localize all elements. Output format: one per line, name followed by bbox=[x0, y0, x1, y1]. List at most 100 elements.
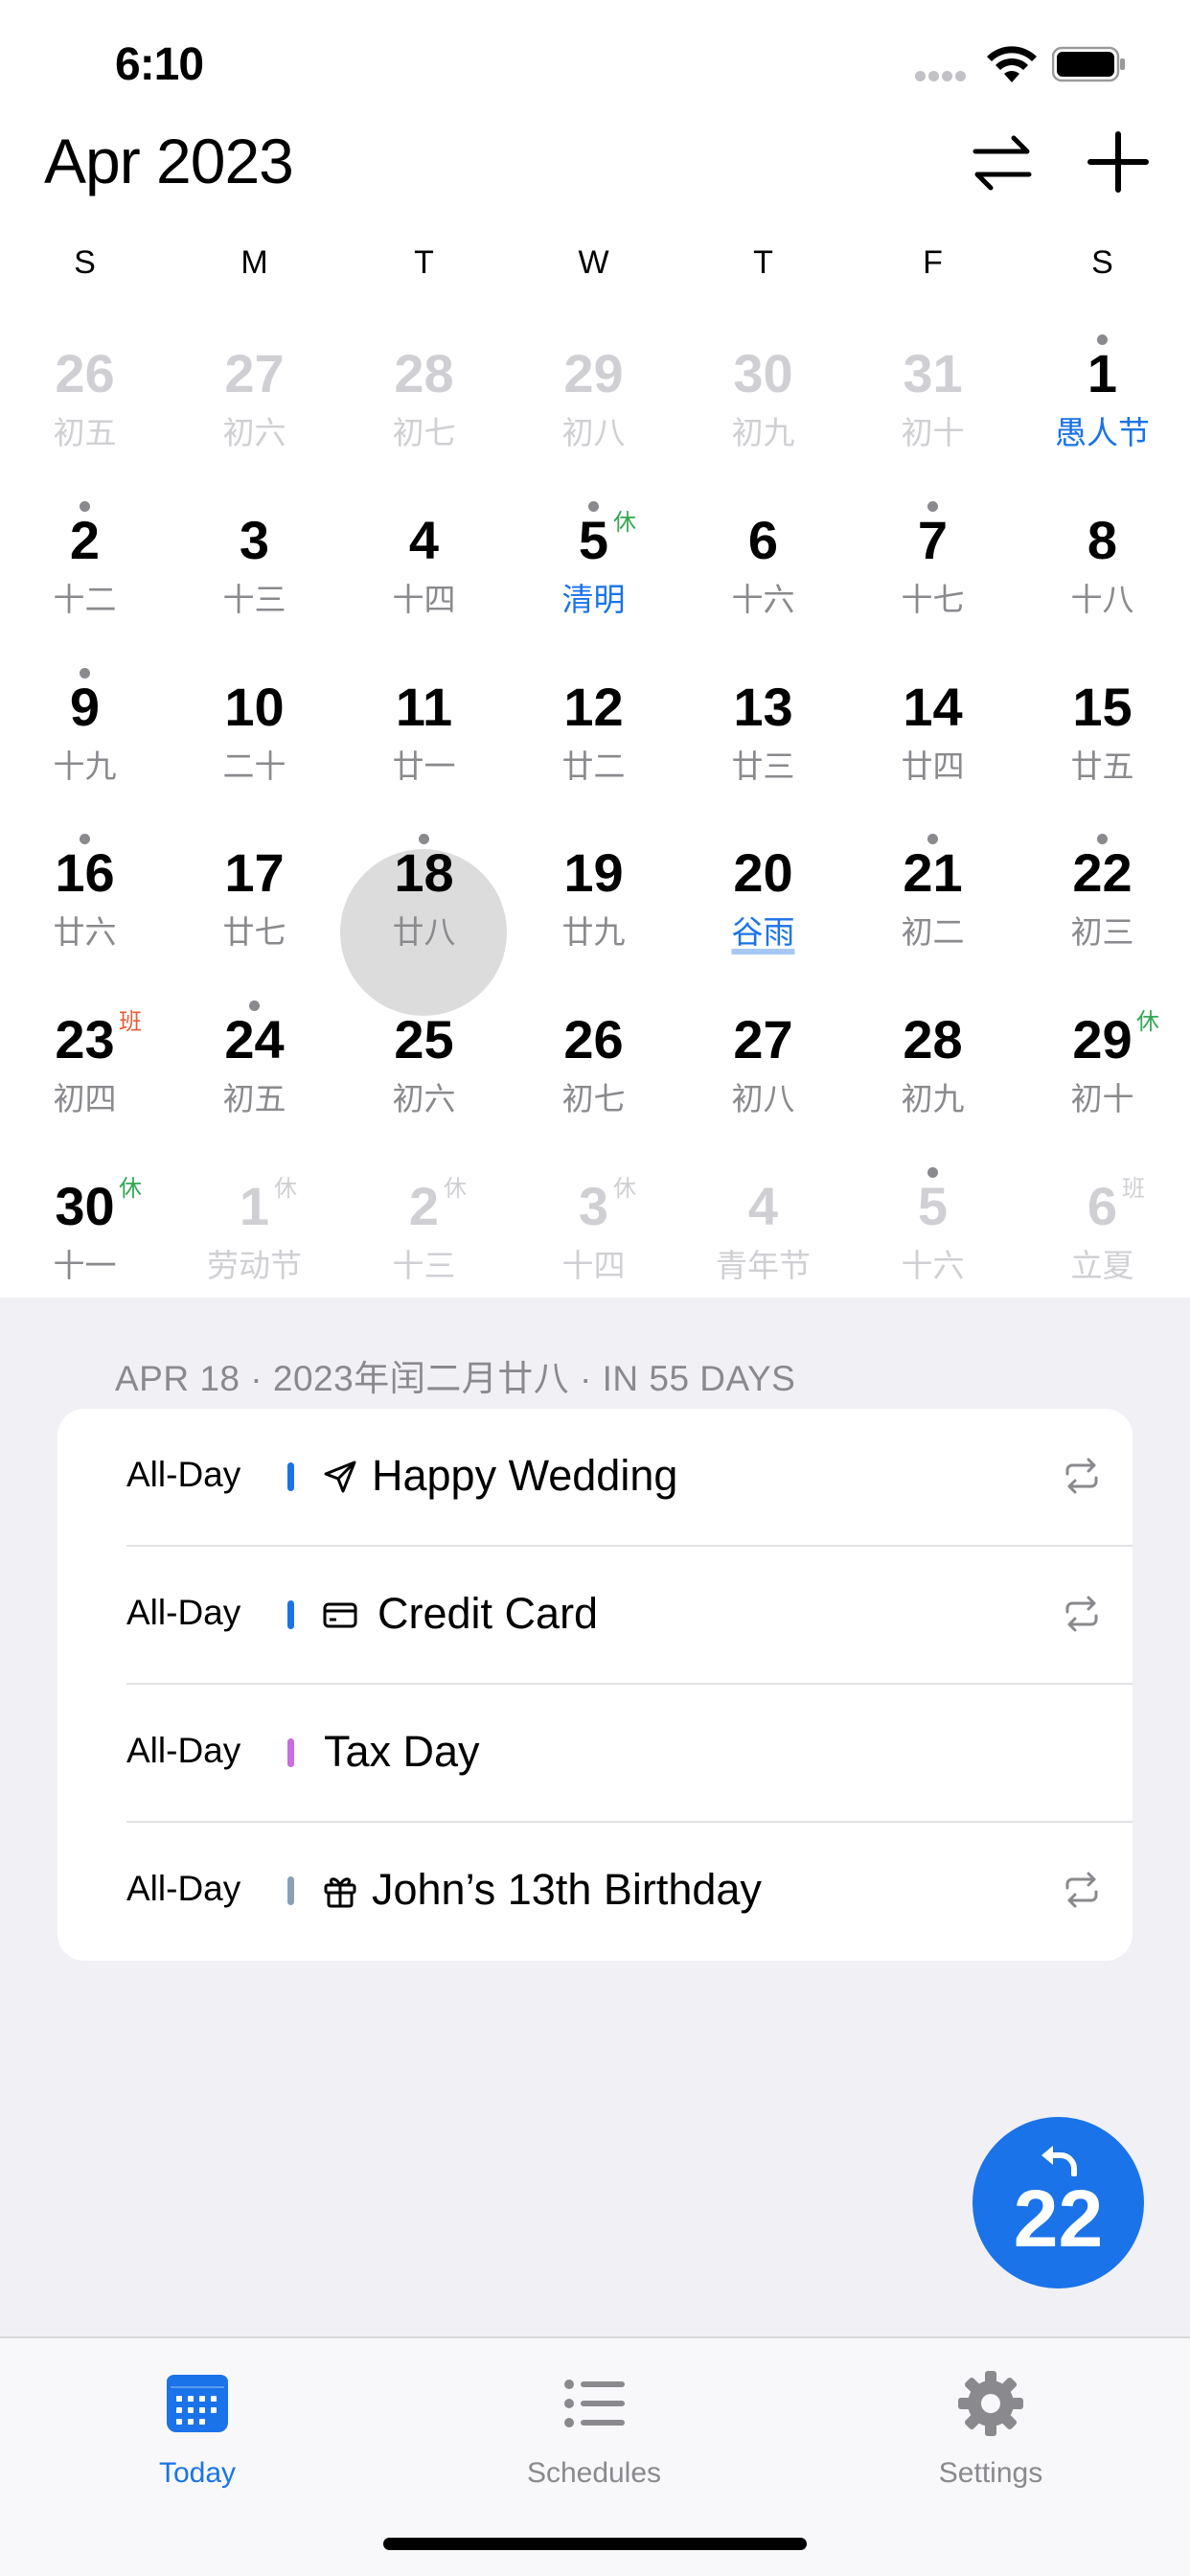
calendar-day[interactable]: 27 初八 bbox=[678, 1009, 848, 1184]
lunar-date: 十三 bbox=[222, 582, 286, 617]
day-number: 10 bbox=[224, 677, 285, 737]
list-icon bbox=[564, 2380, 625, 2427]
holiday-badge: 休 bbox=[1136, 1009, 1159, 1035]
tab-settings[interactable]: Settings bbox=[876, 2365, 1106, 2499]
calendar-day[interactable]: 11 廿一 bbox=[339, 677, 509, 852]
tab-schedules[interactable]: Schedules bbox=[479, 2365, 709, 2499]
lunar-date: 愚人节 bbox=[1055, 415, 1150, 450]
gift-icon bbox=[324, 1877, 356, 1908]
lunar-date: 清明 bbox=[561, 582, 626, 617]
calendar-day[interactable]: 23 初四 班 bbox=[0, 1009, 170, 1184]
day-number: 18 bbox=[394, 842, 454, 903]
today-date-label: 22 bbox=[1013, 2174, 1104, 2264]
calendar-grid: 26 初五 27 初六 28 初七 29 初八 30 初九 31 初十 1 愚人节 2 十二 3 十三 4 十四 5 清明… bbox=[0, 0, 1190, 1298]
lunar-date: 立夏 bbox=[1070, 1248, 1134, 1283]
calendar-day[interactable]: 19 廿九 bbox=[509, 842, 678, 1018]
day-number: 11 bbox=[395, 677, 453, 737]
calendar-day[interactable]: 26 初七 bbox=[509, 1009, 678, 1184]
day-number: 29 bbox=[1072, 1009, 1133, 1070]
calendar-day[interactable]: 24 初五 bbox=[170, 1000, 339, 1184]
calendar-day[interactable]: 7 十七 bbox=[848, 501, 1018, 685]
day-number: 13 bbox=[733, 677, 793, 737]
lunar-date: 十二 bbox=[53, 582, 117, 617]
lunar-date: 初三 bbox=[1070, 914, 1134, 950]
lunar-date: 十七 bbox=[901, 582, 965, 617]
day-number: 4 bbox=[747, 1176, 779, 1236]
holiday-badge: 休 bbox=[444, 1176, 467, 1202]
workday-badge: 班 bbox=[1122, 1176, 1145, 1202]
event-row[interactable]: All-Day Credit Card bbox=[126, 1547, 1133, 1685]
calendar-day[interactable]: 12 廿二 bbox=[509, 677, 678, 852]
event-row[interactable]: All-Day Happy Wedding bbox=[126, 1409, 1133, 1547]
day-number: 5 bbox=[917, 1176, 949, 1236]
day-number: 26 bbox=[563, 1009, 624, 1070]
calendar-day[interactable]: 14 廿四 bbox=[848, 677, 1018, 852]
gear-icon bbox=[958, 2371, 1023, 2436]
lunar-date: 十四 bbox=[561, 1248, 626, 1283]
lunar-date: 廿六 bbox=[53, 914, 117, 950]
day-number: 20 bbox=[733, 842, 793, 903]
day-number: 19 bbox=[563, 842, 624, 903]
calendar-day[interactable]: 15 廿五 bbox=[1018, 677, 1187, 852]
calendar-day[interactable]: 8 十八 bbox=[1018, 510, 1187, 685]
day-number: 27 bbox=[733, 1009, 793, 1070]
calendar-day[interactable]: 20 谷雨 bbox=[678, 842, 848, 1018]
tab-today[interactable]: Today bbox=[82, 2365, 312, 2499]
repeat-icon bbox=[1065, 1596, 1098, 1632]
day-number: 12 bbox=[563, 677, 624, 737]
calendar-day[interactable]: 2 十二 bbox=[0, 501, 170, 685]
calendar-day[interactable]: 28 初九 bbox=[848, 1009, 1018, 1184]
calendar-day[interactable]: 4 十四 bbox=[339, 510, 509, 685]
calendar-day[interactable]: 16 廿六 bbox=[0, 834, 170, 1018]
lunar-date: 初二 bbox=[901, 914, 965, 950]
lunar-date: 初六 bbox=[222, 415, 286, 450]
calendar-day[interactable]: 3 十三 bbox=[170, 510, 339, 685]
calendar-day[interactable]: 9 十九 bbox=[0, 668, 170, 852]
events-list: All-Day Happy Wedding All-Day Credit Car… bbox=[57, 1409, 1133, 1961]
repeat-icon bbox=[1065, 1458, 1098, 1494]
paper-plane-icon bbox=[324, 1460, 356, 1493]
holiday-badge: 休 bbox=[119, 1176, 142, 1202]
calendar-day[interactable]: 1 愚人节 bbox=[1018, 334, 1187, 518]
lunar-date: 初七 bbox=[392, 415, 456, 450]
calendar-day-selected[interactable]: 18 廿八 bbox=[339, 834, 509, 1018]
lunar-date: 十一 bbox=[53, 1248, 117, 1283]
jump-to-today-button[interactable]: 22 bbox=[973, 2117, 1144, 2288]
calendar-day[interactable]: 13 廿三 bbox=[678, 677, 848, 852]
calendar-day[interactable]: 22 初三 bbox=[1018, 834, 1187, 1018]
day-number: 16 bbox=[55, 842, 115, 903]
lunar-date: 廿三 bbox=[731, 748, 795, 784]
lunar-date: 初十 bbox=[1070, 1081, 1134, 1116]
repeat-icon bbox=[1065, 1872, 1098, 1908]
calendar-day[interactable]: 6 十六 bbox=[678, 510, 848, 685]
day-number: 3 bbox=[578, 1176, 609, 1236]
holiday-badge: 休 bbox=[613, 510, 636, 536]
lunar-date: 二十 bbox=[222, 748, 286, 784]
calendar-day[interactable]: 27 初六 bbox=[170, 343, 339, 518]
calendar-day[interactable]: 25 初六 bbox=[339, 1009, 509, 1184]
calendar-day[interactable]: 28 初七 bbox=[339, 343, 509, 518]
calendar-day[interactable]: 21 初二 bbox=[848, 834, 1018, 1018]
day-number: 30 bbox=[733, 343, 793, 403]
calendar-day[interactable]: 30 初九 bbox=[678, 343, 848, 518]
day-number: 1 bbox=[239, 1176, 270, 1236]
calendar-day[interactable]: 17 廿七 bbox=[170, 842, 339, 1018]
event-row[interactable]: All-Day Tax Day bbox=[126, 1685, 1133, 1823]
calendar-day[interactable]: 26 初五 bbox=[0, 343, 170, 518]
calendar-day[interactable]: 10 二十 bbox=[170, 677, 339, 852]
calendar-day[interactable]: 31 初十 bbox=[848, 343, 1018, 518]
day-number: 5 bbox=[578, 510, 609, 570]
day-number: 28 bbox=[394, 343, 454, 403]
selected-date-header: APR 18 · 2023年闰二月廿八 · IN 55 DAYS bbox=[115, 1359, 796, 1398]
lunar-date: 劳动节 bbox=[207, 1248, 302, 1283]
day-number: 6 bbox=[747, 510, 779, 570]
event-time: All-Day bbox=[126, 1869, 241, 1908]
calendar-day[interactable]: 29 初八 bbox=[509, 343, 678, 518]
event-title: Credit Card bbox=[378, 1589, 599, 1638]
calendar-day[interactable]: 29 初十 休 bbox=[1018, 1009, 1187, 1184]
workday-badge: 班 bbox=[119, 1009, 142, 1035]
calendar-day[interactable]: 5 清明 休 bbox=[509, 501, 678, 685]
event-row[interactable]: All-Day John’s 13th Birthday bbox=[126, 1823, 1133, 1961]
calendar-icon bbox=[167, 2375, 228, 2432]
lunar-date: 初五 bbox=[53, 415, 117, 450]
